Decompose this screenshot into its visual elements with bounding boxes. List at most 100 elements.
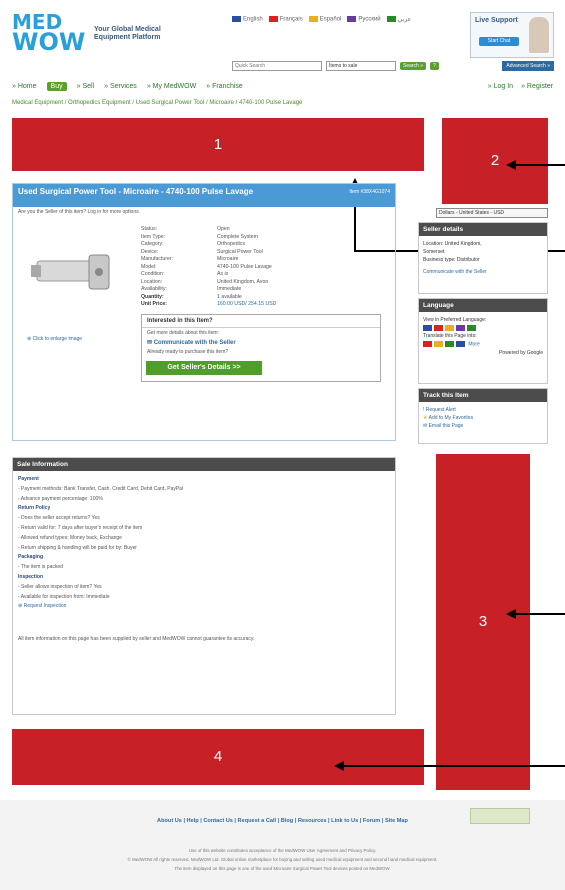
seller-location-2: Somerset xyxy=(423,249,445,255)
add-favorites-link[interactable]: ★ Add to My Favorites xyxy=(419,414,547,422)
interested-box: Interested in this Item? Get more detail… xyxy=(141,314,381,382)
footer-badge[interactable] xyxy=(470,808,530,824)
product-title: Used Surgical Power Tool - Microaire - 4… xyxy=(18,187,254,196)
spec-key: Condition: xyxy=(141,271,165,277)
search-button[interactable]: Search » xyxy=(400,62,427,70)
start-chat-button[interactable]: Start Chat xyxy=(479,37,519,46)
flag-icon xyxy=(268,16,278,22)
arrow-2-line xyxy=(516,164,565,166)
flag-icon xyxy=(347,16,357,22)
seller-details-title: Seller details xyxy=(419,223,547,236)
spec-row: Condition: As is xyxy=(141,271,381,279)
spec-row: Item Type: Complete System xyxy=(141,234,381,242)
main-nav: » Home Buy » Sell » Services » My MedWOW… xyxy=(0,80,565,92)
arrow-3-head xyxy=(506,609,516,619)
arrow-4-head xyxy=(334,761,344,771)
translate-flags[interactable]: More xyxy=(419,340,547,348)
sale-line: - Available for inspection from: Immedia… xyxy=(18,593,110,600)
seller-login-prompt[interactable]: Are you the Seller of this item? Log in … xyxy=(13,207,395,217)
lang-french-label: Français xyxy=(279,16,303,23)
callout-box-2: 2 xyxy=(442,118,548,204)
language-bar: English Français Español Pусский عربي xyxy=(232,16,411,23)
tagline: Your Global Medical Equipment Platform xyxy=(94,26,161,42)
flag-icon xyxy=(434,325,443,331)
lang-russian-label: Pусский xyxy=(358,16,381,23)
product-image[interactable] xyxy=(29,247,119,299)
tagline-line-1: Your Global Medical xyxy=(94,26,161,33)
enlarge-image-link[interactable]: ⊕ Click to enlarge image xyxy=(27,336,82,342)
flag-icon xyxy=(386,16,396,23)
translate-label: Translate this Page into: xyxy=(423,333,477,340)
email-page-link[interactable]: ✉ Email this Page xyxy=(419,422,547,430)
spec-key: Manufacturer: xyxy=(141,256,174,262)
sale-heading: Payment xyxy=(18,476,39,482)
request-inspection-link[interactable]: ⊕ Request Inspection xyxy=(18,602,390,612)
search-bar: Items to sale Search » ? Advanced Search… xyxy=(232,60,554,72)
spec-key: Category: xyxy=(141,241,164,247)
sale-information-body: Payment - Payment methods: Bank Transfer… xyxy=(13,471,395,647)
live-support-title: Live Support xyxy=(475,17,518,24)
login-link[interactable]: » Log In xyxy=(488,83,513,90)
spec-key: Location: xyxy=(141,278,163,285)
breadcrumb[interactable]: Medical Equipment / Orthopedics Equipmen… xyxy=(12,100,302,106)
preferred-language-flags[interactable] xyxy=(419,324,547,332)
advanced-search-link[interactable]: Advanced Search » xyxy=(502,61,554,71)
spec-row: Model: 4740-100 Pulse Lavage xyxy=(141,264,381,272)
nav-services[interactable]: » Services xyxy=(104,83,137,90)
lang-english-label: English xyxy=(243,16,263,23)
translate-more-link[interactable]: More xyxy=(468,342,479,348)
item-number: Item #38X4G1074 xyxy=(349,189,390,195)
view-in-language: View in Preferred Language: xyxy=(423,317,487,323)
currency-select[interactable]: Dollars - United States - USD xyxy=(436,208,548,218)
nav-buy[interactable]: Buy xyxy=(46,81,67,91)
communicate-seller-link[interactable]: ✉ Communicate with the Seller xyxy=(142,338,380,347)
footer-copyright: © MedWOW All rights reserved. MedWOW Ltd… xyxy=(127,857,438,862)
seller-business-type: Business type: Distributor xyxy=(423,257,480,263)
search-help-icon[interactable]: ? xyxy=(430,62,439,70)
search-filter-select[interactable]: Items to sale xyxy=(326,61,396,71)
account-links: » Log In » Register xyxy=(488,83,553,90)
spec-row: Category: Orthopedics xyxy=(141,241,381,249)
nav-home[interactable]: » Home xyxy=(12,83,37,90)
unit-price[interactable]: 160.00 USD/ 254.15 USD xyxy=(217,301,276,309)
spec-row: Location: United Kingdom, Avon xyxy=(141,279,381,287)
flag-icon xyxy=(445,341,454,348)
sale-line: - The item is packed xyxy=(18,564,63,571)
live-support-box: Live Support Start Chat xyxy=(470,12,554,58)
lang-spanish[interactable]: Español xyxy=(308,16,342,23)
sale-line: - Does the seller accept returns? Yes xyxy=(18,515,100,522)
communicate-seller-link-side[interactable]: Communicate with the Seller xyxy=(419,268,547,276)
nav-sell-label: Sell xyxy=(82,82,95,90)
add-favorites-label: Add to My Favorites xyxy=(428,415,474,421)
email-icon: ✉ xyxy=(423,423,428,429)
search-input[interactable] xyxy=(232,61,322,71)
flag-icon xyxy=(456,325,465,331)
lang-spanish-label: Español xyxy=(319,16,342,23)
nav-sell[interactable]: » Sell xyxy=(77,83,95,90)
spec-key: Model: xyxy=(141,263,157,270)
lang-arabic[interactable]: عربي xyxy=(386,16,411,23)
nav-home-label: Home xyxy=(17,82,37,90)
sale-line: - Return shipping & handling will be pai… xyxy=(18,544,137,551)
lang-russian[interactable]: Pусский xyxy=(347,16,381,23)
nav-franchise[interactable]: » Franchise xyxy=(206,83,243,90)
request-alert-link[interactable]: ! Request Alert xyxy=(419,406,547,414)
register-link[interactable]: » Register xyxy=(521,83,553,90)
zoom-icon: ⊕ xyxy=(27,336,32,342)
medwow-logo[interactable]: MED WOW xyxy=(12,12,85,60)
email-page-label: Email this Page xyxy=(428,423,464,429)
lang-french[interactable]: Français xyxy=(268,16,303,23)
product-title-bar: Used Surgical Power Tool - Microaire - 4… xyxy=(13,184,395,207)
flag-icon xyxy=(423,341,432,348)
ready-to-purchase-text: Already ready to purchase this item? xyxy=(147,349,229,355)
nav-services-label: Services xyxy=(109,82,137,90)
get-seller-details-button[interactable]: Get Seller's Details >> xyxy=(146,361,262,375)
sale-heading: Return Policy xyxy=(18,505,51,512)
sale-line: - Payment methods: Bank Transfer, Cash, … xyxy=(18,485,184,492)
communicate-seller-label: Communicate with the Seller xyxy=(153,340,236,346)
flag-icon xyxy=(423,325,432,331)
lang-english[interactable]: English xyxy=(232,16,263,23)
flag-icon xyxy=(232,16,241,22)
nav-my-medwow[interactable]: » My MedWOW xyxy=(147,83,196,90)
language-panel: Language View in Preferred Language: Tra… xyxy=(418,298,548,384)
